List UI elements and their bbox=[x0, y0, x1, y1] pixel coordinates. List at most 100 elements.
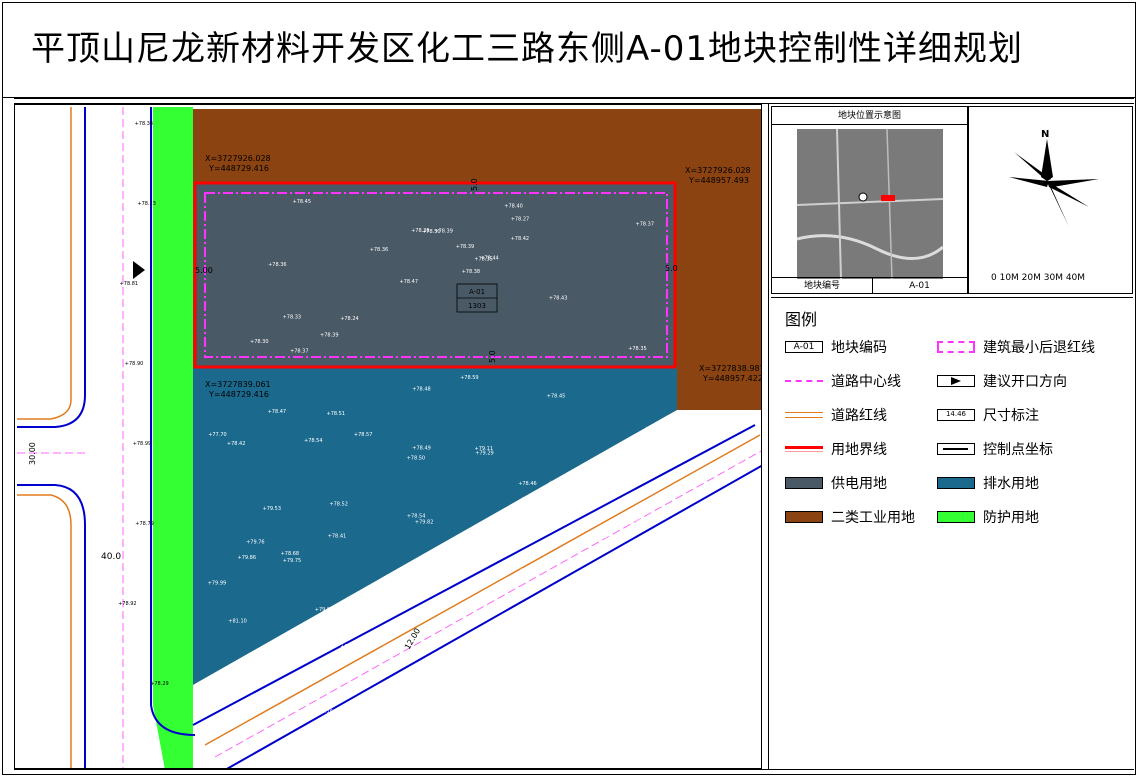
elevation-point: +81.16 bbox=[634, 579, 653, 585]
coord-nw-x: X=3727926.028 bbox=[205, 154, 271, 163]
elevation-point: +78.23 bbox=[137, 201, 156, 207]
boundary-swatch bbox=[785, 446, 823, 452]
elevation-point: +78.54 bbox=[304, 438, 323, 444]
arrow-right-icon bbox=[951, 377, 961, 385]
coord-se-x: X=3727838.987 bbox=[699, 364, 762, 373]
elevation-point: +78.24 bbox=[340, 316, 359, 322]
industrial-land-swatch bbox=[785, 511, 823, 523]
elevation-point: +78.65 bbox=[405, 572, 424, 578]
elevation-point: +78.52 bbox=[329, 501, 348, 507]
centerline-swatch bbox=[785, 380, 823, 382]
legend-item-power-land: 供电用地 bbox=[785, 474, 887, 492]
elevation-point: +78.59 bbox=[460, 375, 479, 381]
coord-sw-y: Y=448729.416 bbox=[208, 390, 269, 399]
legend-item-control-point: 控制点坐标 bbox=[937, 440, 1053, 458]
dimension-swatch: 14.46 bbox=[937, 409, 975, 421]
protective-land-swatch bbox=[937, 511, 975, 523]
location-map-box: 地块位置示意图 地块编号 A-01 bbox=[771, 106, 968, 294]
setback-dim-bottom: 5.0 bbox=[488, 350, 497, 363]
location-map-image[interactable] bbox=[797, 129, 943, 279]
opening-swatch bbox=[937, 375, 975, 387]
elevation-point: +78.90 bbox=[125, 361, 144, 367]
elevation-point: +78.43 bbox=[549, 296, 568, 302]
legend-label: 道路红线 bbox=[831, 408, 887, 424]
legend-item-parcel-code: A-01 地块编码 bbox=[785, 338, 887, 356]
elevation-point: +80.43 bbox=[563, 684, 582, 690]
elevation-point: +78.55 bbox=[644, 426, 663, 432]
elevation-point: +79.75 bbox=[283, 558, 302, 564]
elevation-point: +78.40 bbox=[504, 203, 523, 209]
elevation-point: +78.38 bbox=[462, 269, 481, 275]
elevation-point: +77.70 bbox=[208, 432, 227, 438]
elevation-point: +79.86 bbox=[238, 555, 257, 561]
parcel-code: A-01 bbox=[469, 288, 485, 296]
location-map-title: 地块位置示意图 bbox=[772, 107, 967, 125]
elevation-point: +79.89 bbox=[474, 709, 493, 715]
page-title: 平顶山尼龙新材料开发区化工三路东侧A-01地块控制性详细规划 bbox=[31, 29, 1024, 69]
elevation-point: +78.36 bbox=[268, 262, 287, 268]
elevation-point: +78.37 bbox=[290, 349, 309, 355]
legend-label: 防护用地 bbox=[983, 510, 1039, 526]
setback-dim-top: 5.0 bbox=[470, 178, 479, 191]
legend-item-setback: 建筑最小后退红线 bbox=[937, 338, 1095, 356]
protective-land bbox=[153, 107, 193, 768]
parcel-value: A-01 bbox=[909, 281, 930, 291]
parcel-marker bbox=[881, 195, 895, 201]
road-dim-40: 40.0 bbox=[101, 552, 121, 562]
parcel-area: 1303 bbox=[468, 302, 486, 310]
elevation-point: +78.30 bbox=[250, 339, 269, 345]
elevation-point: +78.47 bbox=[268, 409, 287, 415]
elevation-point: +80.85 bbox=[538, 716, 557, 722]
elevation-point: +78.79 bbox=[135, 521, 154, 527]
legend: 图例 A-01 地块编码 建筑最小后退红线 道路中心线 建议开口方向 道路红线 … bbox=[771, 297, 1133, 765]
legend-label: 道路中心线 bbox=[831, 374, 901, 390]
elevation-point: +78.92 bbox=[118, 601, 137, 607]
coord-sw-x: X=3727839.061 bbox=[205, 380, 271, 389]
elevation-point: +78.41 bbox=[328, 534, 347, 540]
bottom-strip bbox=[14, 769, 1134, 775]
legend-item-centerline: 道路中心线 bbox=[785, 372, 901, 390]
elevation-point: +78.57 bbox=[354, 432, 373, 438]
elevation-point: +78.70 bbox=[600, 536, 619, 542]
legend-item-road-redline: 道路红线 bbox=[785, 406, 887, 424]
elevation-point: +78.27 bbox=[511, 216, 530, 222]
elevation-point: +78.42 bbox=[227, 441, 246, 447]
setback-swatch bbox=[937, 341, 975, 353]
elevation-point: +78.34 bbox=[135, 121, 154, 127]
control-point-swatch bbox=[937, 443, 975, 455]
elevation-point: +79.99 bbox=[208, 580, 227, 586]
setback-dim-right: 5.0 bbox=[665, 264, 678, 273]
elevation-point: +78.68 bbox=[281, 551, 300, 557]
elevation-point: +78.45 bbox=[293, 199, 312, 205]
elevation-point: +81.10 bbox=[228, 619, 247, 625]
parcel-code-swatch: A-01 bbox=[785, 341, 823, 353]
elevation-point: +78.44 bbox=[480, 255, 499, 261]
planning-map-canvas: A-01 1303 X=3727926.028 Y=448729.416 X=3… bbox=[17, 107, 762, 768]
road-redline-left-2 bbox=[17, 494, 72, 768]
planning-map[interactable]: A-01 1303 X=3727926.028 Y=448729.416 X=3… bbox=[14, 104, 762, 769]
legend-label: 用地界线 bbox=[831, 442, 887, 458]
elevation-point: +79.73 bbox=[661, 601, 680, 607]
road-dim-30: 30.00 bbox=[28, 442, 37, 465]
road-edge-left-2 bbox=[17, 484, 86, 768]
elevation-point: +78.36 bbox=[370, 247, 389, 253]
road-redline-swatch bbox=[785, 412, 823, 418]
elevation-point: +78.49 bbox=[412, 446, 431, 452]
elevation-point: +79.29 bbox=[475, 451, 494, 457]
side-panel: 地块位置示意图 地块编号 A-01 N 0 10M 20M 30M 40M 图例… bbox=[768, 104, 1134, 769]
drainage-land-swatch bbox=[937, 477, 975, 489]
elevation-point: +78.33 bbox=[283, 315, 302, 321]
elevation-point: +78.29 bbox=[150, 681, 169, 687]
elevation-point: +79.16 bbox=[315, 709, 334, 715]
road-redline-left bbox=[17, 107, 72, 420]
legend-item-industrial-land: 二类工业用地 bbox=[785, 508, 915, 526]
legend-label: 控制点坐标 bbox=[983, 442, 1053, 458]
elevation-point: +78.53 bbox=[521, 496, 540, 502]
legend-label: 二类工业用地 bbox=[831, 510, 915, 526]
elevation-point: +78.39 bbox=[320, 333, 339, 339]
opening-direction-icon bbox=[133, 261, 145, 279]
road-edge-left bbox=[17, 107, 86, 428]
legend-label: 供电用地 bbox=[831, 476, 887, 492]
elevation-point: +79.76 bbox=[246, 539, 265, 545]
elevation-point: +78.39 bbox=[456, 244, 475, 250]
